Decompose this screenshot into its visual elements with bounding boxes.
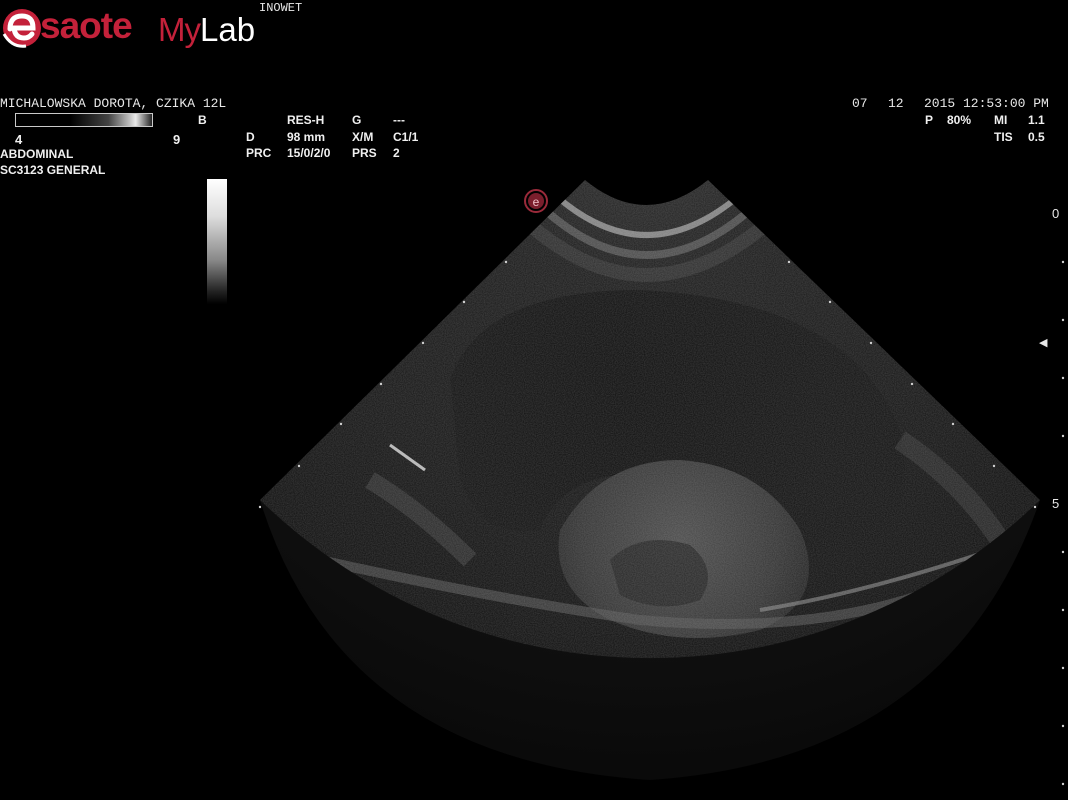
tis-value: 0.5 — [1028, 130, 1045, 144]
prc-value: 15/0/2/0 — [287, 146, 331, 160]
depth-label-5: 5 — [1052, 496, 1060, 511]
g-label: G — [352, 113, 362, 127]
station-name: INOWET — [259, 1, 303, 15]
prc-label: PRC — [246, 146, 272, 160]
mi-value: 1.1 — [1028, 113, 1045, 127]
patient-name: MICHALOWSKA DOROTA, CZIKA 12L — [0, 96, 227, 111]
power-label: P — [925, 113, 934, 127]
application-label: ABDOMINAL — [0, 147, 74, 161]
probe-label: SC3123 GENERAL — [0, 163, 106, 177]
esaote-mylab-logo: saote MyLab — [0, 2, 260, 52]
svg-text:e: e — [533, 195, 540, 209]
probe-orientation-marker-icon: e — [524, 189, 548, 213]
mylab-product-text: MyLab — [158, 10, 255, 50]
g-value: --- — [393, 113, 405, 127]
colormap-bar — [15, 113, 153, 127]
mi-label: MI — [994, 113, 1008, 127]
colormap-min: 4 — [15, 132, 23, 147]
date-time: 2015 12:53:00 PM — [924, 96, 1049, 111]
xm-label: X/M — [352, 130, 374, 144]
tis-label: TIS — [994, 130, 1013, 144]
esaote-brand-text: saote — [40, 5, 133, 46]
date-month: 07 — [852, 96, 868, 111]
mode-label: B — [198, 113, 207, 127]
grayscale-bar — [207, 179, 227, 304]
mylab-my-text: My — [158, 11, 201, 48]
esaote-e-logo-icon — [2, 4, 42, 50]
power-value: 80% — [947, 113, 972, 127]
xm-value: C1/1 — [393, 130, 419, 144]
d-label: D — [246, 130, 255, 144]
focus-marker-icon[interactable]: ◀ — [1039, 336, 1047, 349]
d-value: 98 mm — [287, 130, 326, 144]
prs-label: PRS — [352, 146, 377, 160]
colormap-max: 9 — [173, 132, 181, 147]
ultrasound-sector-image: e — [258, 180, 1065, 786]
prs-value: 2 — [393, 146, 400, 160]
date-day: 12 — [888, 96, 904, 111]
depth-label-0: 0 — [1052, 206, 1060, 221]
res-label: RES-H — [287, 113, 325, 127]
mylab-lab-text: Lab — [200, 11, 256, 48]
